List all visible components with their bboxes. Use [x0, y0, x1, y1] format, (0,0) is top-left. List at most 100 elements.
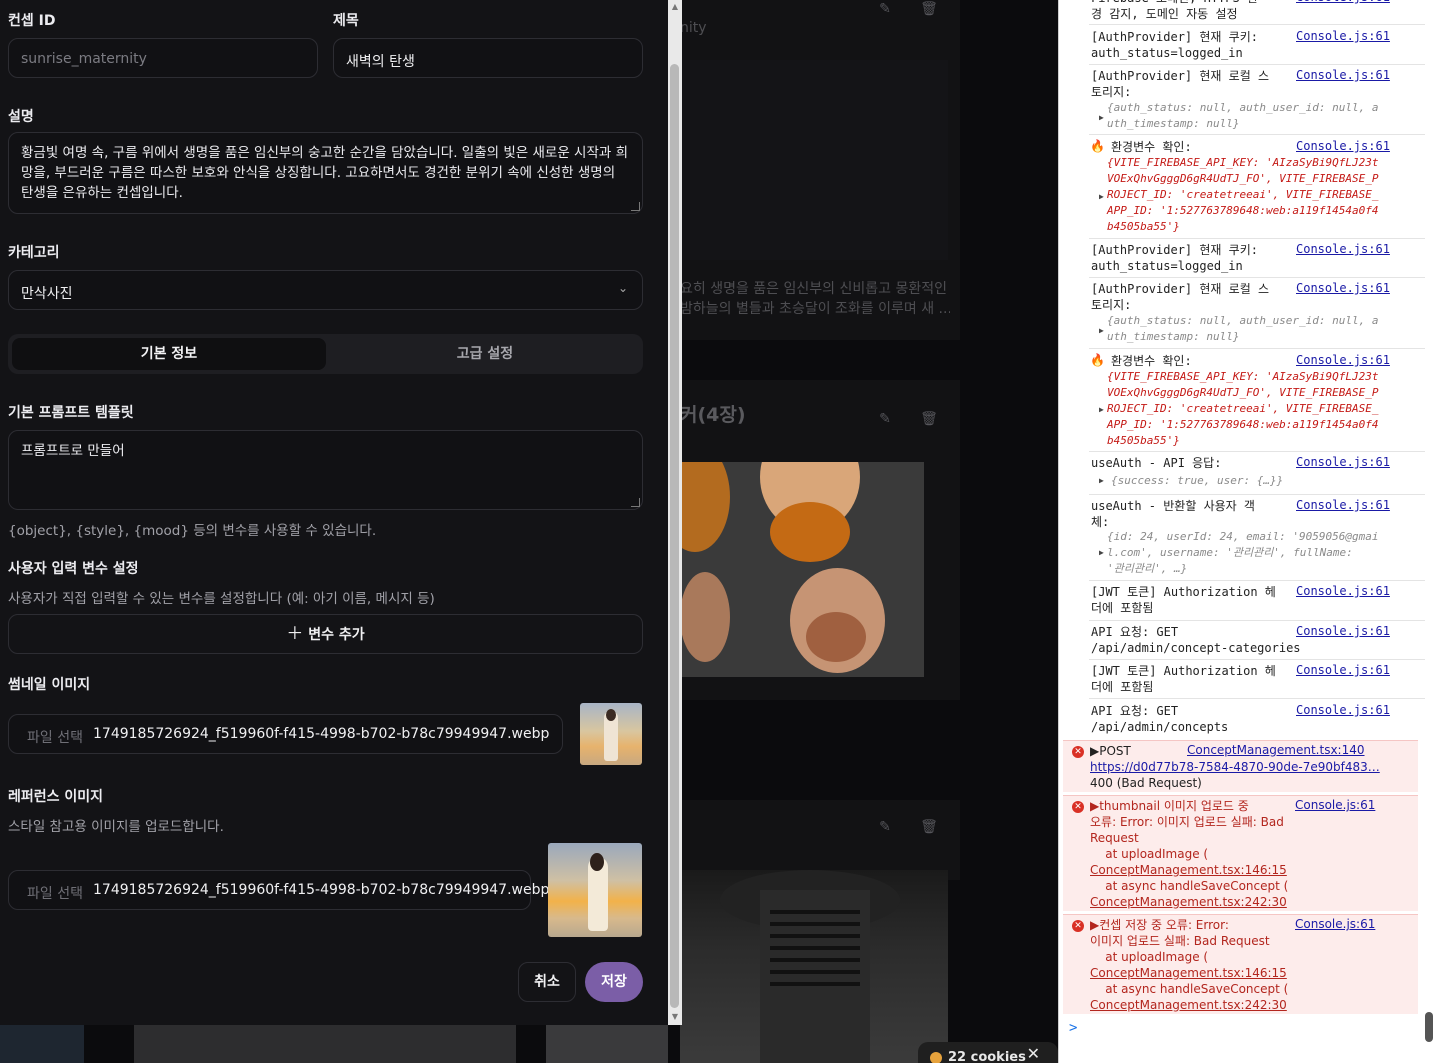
console-source-link[interactable]: Console.js:61	[1296, 29, 1390, 43]
request-url-link[interactable]: https://d0d77b78-7584-4870-90de-7e90bf48…	[1090, 759, 1380, 775]
bg-thumbnail	[546, 1025, 668, 1063]
stack-link[interactable]: ConceptManagement.tsx:242:30	[1090, 997, 1287, 1013]
user-vars-helper: 사용자가 직접 입력할 수 있는 변수를 설정합니다 (예: 아기 이름, 메시…	[8, 591, 435, 607]
trash-icon[interactable]: 🗑	[920, 818, 938, 836]
devtools-scrollbar[interactable]	[1425, 1012, 1433, 1042]
description-label: 설명	[8, 109, 34, 125]
console-object[interactable]: {success: true, user: {…}}	[1111, 473, 1401, 489]
bg-card-image	[680, 60, 948, 260]
choose-file-button[interactable]: 파일 선택	[27, 727, 83, 747]
edit-icon[interactable]: ✎	[876, 818, 894, 836]
title-field[interactable]: 새벽의 탄생	[333, 38, 643, 78]
error-stack: at async handleSaveConcept (	[1090, 879, 1289, 893]
console-source-link[interactable]: Console.js:61	[1296, 498, 1390, 512]
description-value: 황금빛 여명 속, 구름 위에서 생명을 품은 임신부의 숭고한 순간을 담았습…	[21, 145, 629, 201]
title-label: 제목	[333, 13, 359, 29]
thumbnail-filename: 1749185726924_f519960f-f415-4998-b702-b7…	[93, 726, 550, 742]
console-object[interactable]: {VITE_FIREBASE_API_KEY: 'AIzaSyBi9QfLJ23…	[1107, 155, 1397, 235]
category-label: 카테고리	[8, 245, 60, 261]
category-select[interactable]: 만삭사진 ⌄	[8, 270, 643, 310]
console-source-link[interactable]: Console.js:61	[1296, 703, 1390, 717]
reference-file-input[interactable]: 파일 선택 1749185726924_f519960f-f415-4998-b…	[8, 870, 549, 910]
bg-fragment-text: nity	[680, 20, 707, 36]
console-object[interactable]: {auth_status: null, auth_user_id: null, …	[1107, 313, 1397, 345]
prompt-template-textarea[interactable]: 프롬프트로 만들어	[8, 430, 643, 510]
console-source-link[interactable]: Console.js:61	[1296, 281, 1390, 295]
console-source-link[interactable]: Console.js:61	[1296, 139, 1390, 153]
resize-handle-icon[interactable]	[631, 202, 640, 211]
stack-link[interactable]: ConceptManagement.tsx:146:15	[1090, 965, 1287, 981]
reference-filename: 1749185726924_f519960f-f415-4998-b702-b7…	[93, 882, 550, 898]
choose-file-button[interactable]: 파일 선택	[27, 883, 83, 903]
concept-id-field[interactable]: sunrise_maternity	[8, 38, 318, 78]
console-prompt[interactable]: >	[1069, 1020, 1077, 1036]
console-source-link[interactable]: ConceptManagement.tsx:140	[1187, 743, 1365, 757]
edit-icon[interactable]: ✎	[876, 0, 894, 18]
tab-basic-info[interactable]: 기본 정보	[12, 338, 326, 370]
expand-icon[interactable]: ▶	[1099, 113, 1104, 122]
expand-icon[interactable]: ▶	[1099, 476, 1104, 485]
resize-handle-icon[interactable]	[631, 498, 640, 507]
expand-icon[interactable]: ▶	[1099, 326, 1104, 335]
scroll-down-icon[interactable]: ▼	[670, 1012, 680, 1021]
cookie-count: 22 cookies	[948, 1050, 1026, 1063]
description-textarea[interactable]: 황금빛 여명 속, 구름 위에서 생명을 품은 임신부의 숭고한 순간을 담았습…	[8, 132, 643, 214]
tab-bar: 기본 정보 고급 설정	[8, 334, 643, 374]
error-icon: ✕	[1072, 920, 1084, 932]
console-error: ✕ ▶POST ConceptManagement.tsx:140 https:…	[1063, 740, 1418, 792]
console-source-link[interactable]: Console.js:61	[1296, 584, 1390, 598]
console-error: ✕ ▶thumbnail 이미지 업로드 중 오류: Error: 이미지 업로…	[1063, 795, 1418, 911]
cancel-button[interactable]: 취소	[518, 962, 576, 1002]
sticker-image	[680, 462, 924, 677]
stack-link[interactable]: ConceptManagement.tsx:242:30	[1090, 894, 1287, 910]
reference-preview	[548, 843, 642, 937]
console-source-link[interactable]: Console.js:61	[1296, 663, 1390, 677]
chevron-down-icon: ⌄	[617, 281, 628, 295]
concept-card: ✎ 🗑	[680, 800, 960, 880]
prompt-helper-text: {object}, {style}, {mood} 등의 변수를 사용할 수 있…	[8, 523, 377, 539]
add-variable-button[interactable]: ＋ 변수 추가	[8, 614, 643, 654]
reference-helper: 스타일 참고용 이미지를 업로드합니다.	[8, 819, 224, 835]
error-stack: at async handleSaveConcept (	[1090, 982, 1289, 996]
fire-icon: 🔥	[1090, 353, 1105, 367]
console-source-link[interactable]: Console.js:61	[1296, 68, 1390, 82]
prompt-template-value: 프롬프트로 만들어	[21, 443, 125, 459]
save-button[interactable]: 저장	[585, 962, 643, 1002]
console-object[interactable]: {VITE_FIREBASE_API_KEY: 'AIzaSyBi9QfLJ23…	[1107, 369, 1397, 449]
trash-icon[interactable]: 🗑	[920, 410, 938, 428]
modal-scrollbar-thumb[interactable]	[670, 64, 679, 1008]
console-source-link[interactable]: Console.js:61	[1296, 0, 1390, 4]
thumbnail-file-input[interactable]: 파일 선택 1749185726924_f519960f-f415-4998-b…	[8, 714, 563, 754]
console-source-link[interactable]: Console.js:61	[1296, 242, 1390, 256]
reference-label: 레퍼런스 이미지	[8, 789, 104, 805]
edit-icon[interactable]: ✎	[876, 410, 894, 428]
thumbnail-preview	[580, 703, 642, 765]
console-source-link[interactable]: Console.js:61	[1296, 624, 1390, 638]
tab-advanced-settings[interactable]: 고급 설정	[328, 338, 642, 370]
title-value: 새벽의 탄생	[346, 54, 415, 70]
console-source-link[interactable]: Console.js:61	[1295, 917, 1375, 931]
prompt-template-label: 기본 프롬프트 템플릿	[8, 405, 134, 421]
expand-icon[interactable]: ▶	[1099, 405, 1104, 414]
trash-icon[interactable]: 🗑	[920, 0, 938, 18]
scroll-up-icon[interactable]: ▲	[670, 2, 680, 11]
error-icon: ✕	[1072, 801, 1084, 813]
error-message: ▶thumbnail 이미지 업로드 중 오류: Error: 이미지 업로드 …	[1090, 799, 1284, 861]
console-error: ✕ ▶컨셉 저장 중 오류: Error: 이미지 업로드 실패: Bad Re…	[1063, 914, 1418, 1014]
console-source-link[interactable]: Console.js:61	[1296, 353, 1390, 367]
cookie-badge[interactable]: 22 cookies ✕	[918, 1042, 1058, 1063]
console-object[interactable]: {id: 24, userId: 24, email: '9059056@gma…	[1107, 529, 1397, 577]
bw-photo	[680, 870, 948, 1063]
bg-card-title: 커(4장)	[680, 404, 746, 426]
thumbnail-label: 썸네일 이미지	[8, 677, 91, 693]
console-source-link[interactable]: Console.js:61	[1295, 798, 1375, 812]
expand-icon[interactable]: ▶	[1099, 192, 1104, 201]
stack-link[interactable]: ConceptManagement.tsx:146:15	[1090, 862, 1287, 878]
expand-icon[interactable]: ▶	[1099, 548, 1104, 557]
console-object[interactable]: {auth_status: null, auth_user_id: null, …	[1107, 100, 1397, 132]
error-message: ▶POST	[1090, 744, 1131, 758]
cookie-icon	[930, 1052, 942, 1063]
close-icon[interactable]: ✕	[1027, 1044, 1040, 1063]
concept-id-label: 컨셉 ID	[8, 13, 56, 29]
console-source-link[interactable]: Console.js:61	[1296, 455, 1390, 469]
